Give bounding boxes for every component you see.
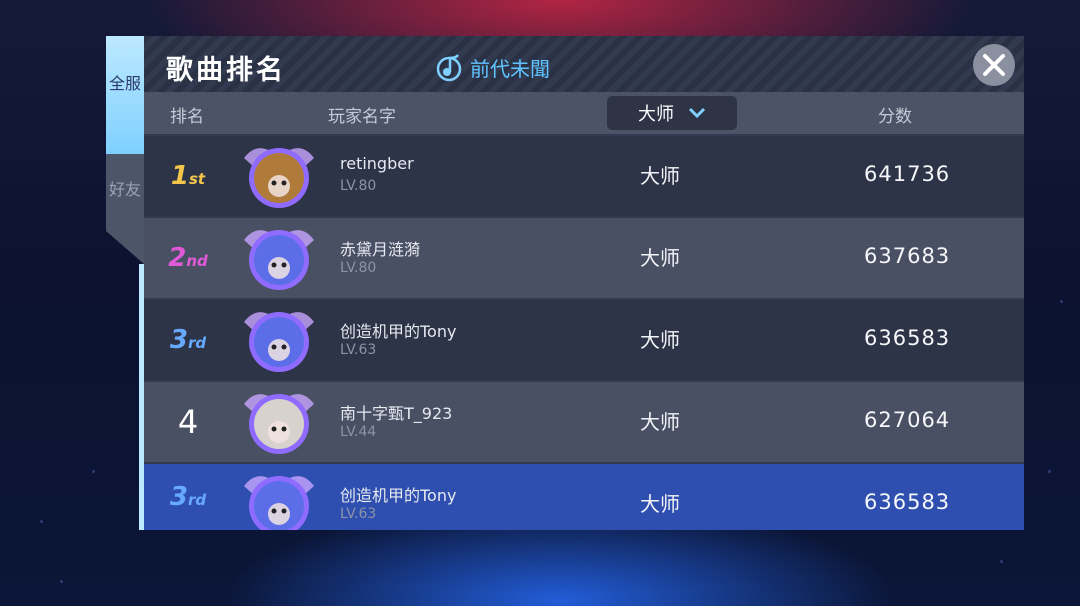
chevron-down-icon [688, 107, 706, 119]
ranking-row[interactable]: 1st retingber LV.80 大师 641736 [144, 136, 1024, 216]
blue-hair-avatar-icon [244, 312, 314, 372]
rank-badge: 3rd [144, 300, 232, 380]
rank-ordinal: 1st [170, 161, 206, 191]
player-name: 创造机甲的Tony [340, 322, 457, 341]
player-difficulty: 大师 [640, 164, 680, 188]
player-level: LV.80 [340, 178, 377, 194]
player-score: 637683 [864, 244, 951, 268]
music-note-icon [436, 54, 462, 82]
player-name: 南十字甄T_923 [340, 404, 453, 423]
ranking-row[interactable]: 3rd 创造机甲的Tony LV.63 大师 636583 [144, 300, 1024, 380]
page-title: 歌曲排名 [166, 55, 286, 86]
player-name: 赤黛月涟漪 [340, 240, 421, 259]
player-level: LV.63 [340, 506, 377, 522]
player-difficulty: 大师 [640, 492, 680, 516]
player-difficulty: 大师 [640, 328, 680, 352]
rank-ordinal: 3rd [169, 325, 207, 355]
player-name: 创造机甲的Tony [340, 486, 457, 505]
player-score: 636583 [864, 490, 951, 514]
close-button[interactable] [973, 44, 1015, 86]
column-player-name: 玩家名字 [328, 107, 396, 127]
song-title: 前代未聞 [470, 56, 550, 81]
tab-all-server[interactable]: 全服 [106, 36, 144, 154]
cat-avatar-icon [244, 148, 314, 208]
close-icon [983, 54, 1005, 76]
rank-badge: 3rd [144, 464, 232, 530]
tab-friends-label: 好友 [108, 180, 141, 199]
ranking-panel: 歌曲排名 前代未聞 排名 玩家名字 大师 分数 1st retingber LV.8… [144, 36, 1024, 530]
column-score: 分数 [878, 107, 912, 127]
panel-header: 歌曲排名 前代未聞 [144, 36, 1024, 92]
column-rank: 排名 [170, 107, 204, 127]
player-score: 636583 [864, 326, 951, 350]
rank-ordinal: 3rd [169, 482, 207, 512]
rank-ordinal: 2nd [168, 243, 208, 273]
difficulty-dropdown[interactable]: 大师 [607, 96, 737, 130]
difficulty-dropdown-value: 大师 [638, 104, 674, 125]
white-cat-avatar-icon [244, 394, 314, 454]
player-score: 641736 [864, 162, 951, 186]
player-difficulty: 大师 [640, 246, 680, 270]
tab-friends[interactable]: 好友 [106, 154, 144, 264]
rank-badge: 2nd [144, 218, 232, 298]
tab-all-server-label: 全服 [108, 74, 141, 93]
rank-number: 4 [177, 403, 199, 441]
blue-hair-avatar-icon [244, 476, 314, 530]
column-header: 排名 玩家名字 大师 分数 [144, 92, 1024, 134]
blue-hair-avatar-icon [244, 230, 314, 290]
rank-badge: 1st [144, 136, 232, 216]
rank-badge: 4 [144, 382, 232, 462]
player-level: LV.63 [340, 342, 377, 358]
player-score: 627064 [864, 408, 951, 432]
player-level: LV.80 [340, 260, 377, 276]
ranking-row[interactable]: 2nd 赤黛月涟漪 LV.80 大师 637683 [144, 218, 1024, 298]
player-name: retingber [340, 154, 414, 173]
ranking-row[interactable]: 4 南十字甄T_923 LV.44 大师 627064 [144, 382, 1024, 462]
my-rank-row[interactable]: 3rd 创造机甲的Tony LV.63 大师 636583 [144, 464, 1024, 530]
player-level: LV.44 [340, 424, 377, 440]
song-name: 前代未聞 [434, 52, 550, 82]
player-difficulty: 大师 [640, 410, 680, 434]
